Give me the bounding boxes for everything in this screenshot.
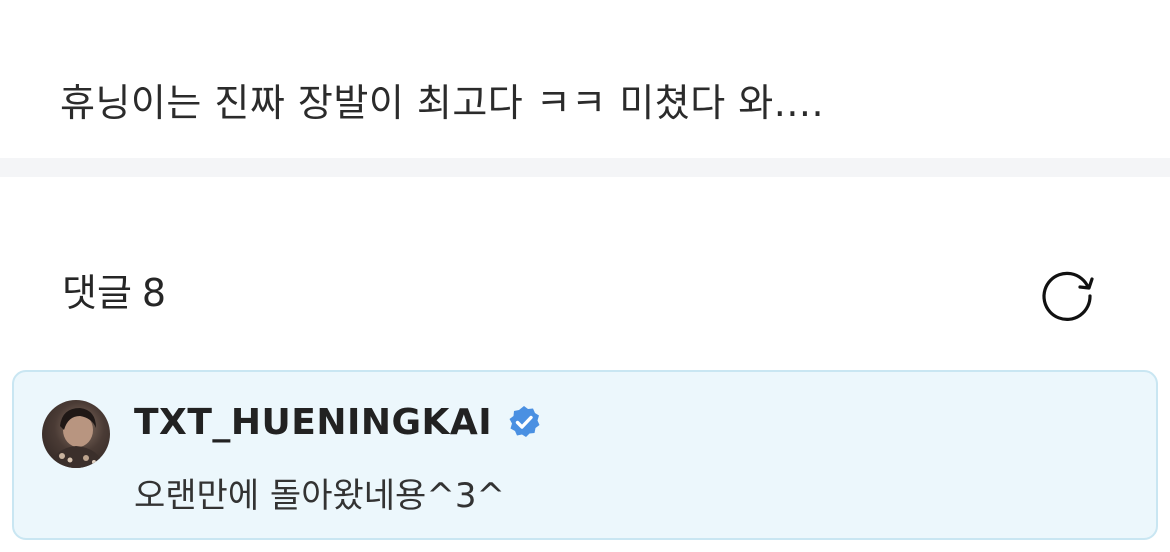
comment-card: TXT_HUENINGKAI 오랜만에 돌아왔네용^3^ <box>12 370 1158 540</box>
refresh-icon <box>1042 271 1094 321</box>
post-text: 휴닝이는 진짜 장발이 최고다 ㅋㅋ 미쳤다 와.... <box>60 81 825 125</box>
comments-count: 8 <box>141 271 167 315</box>
comments-title: 댓글 8 <box>62 269 166 317</box>
avatar-image <box>50 408 104 468</box>
post-body: 휴닝이는 진짜 장발이 최고다 ㅋㅋ 미쳤다 와.... <box>0 0 1170 158</box>
verified-badge-icon <box>509 406 540 437</box>
comments-title-label: 댓글 <box>62 271 132 315</box>
comments-header: 댓글 8 <box>0 177 1170 367</box>
comment-text: 오랜만에 돌아왔네용^3^ <box>134 476 505 516</box>
refresh-button[interactable] <box>1036 263 1098 325</box>
comment-author-row: TXT_HUENINGKAI <box>134 400 542 444</box>
section-divider <box>0 158 1170 177</box>
avatar[interactable] <box>42 400 110 468</box>
comment-author-name[interactable]: TXT_HUENINGKAI <box>134 402 492 443</box>
